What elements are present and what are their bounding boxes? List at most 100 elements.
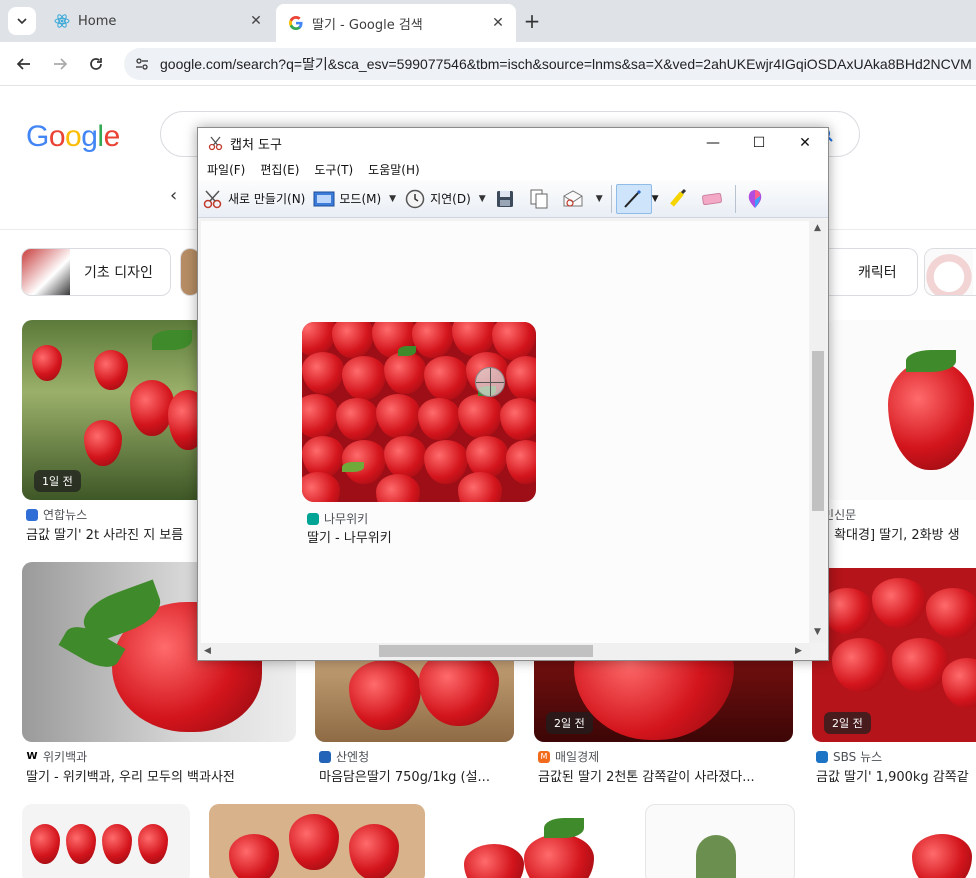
window-title: 캡처 도구	[230, 137, 282, 153]
result-caption[interactable]: 마음담은딸기 750g/1kg (설...	[319, 766, 514, 785]
menu-tools[interactable]: 도구(T)	[314, 161, 353, 178]
close-icon[interactable]: ✕	[488, 13, 508, 33]
yonhap-icon	[26, 508, 38, 521]
chip-character[interactable]: 캐릭터	[826, 248, 918, 296]
highlighter-button[interactable]	[663, 184, 697, 214]
new-tab-button[interactable]: +	[520, 9, 544, 33]
snip-canvas[interactable]: 나무위키 딸기 - 나무위키	[201, 221, 809, 643]
site-info-icon[interactable]	[134, 56, 150, 72]
save-button[interactable]	[490, 184, 524, 214]
eraser-icon	[701, 188, 723, 210]
result-source: SBS 뉴스	[816, 748, 882, 765]
mode-button[interactable]: 모드(M) ▼	[309, 184, 400, 214]
delay-button[interactable]: 지연(D) ▼	[400, 184, 490, 214]
result-caption[interactable]: 금값된 딸기 2천톤 감쪽같이 사라졌다...	[538, 766, 790, 785]
forward-button[interactable]	[48, 52, 72, 76]
chevron-down-icon	[17, 18, 27, 25]
result-source: 연합뉴스	[26, 506, 87, 523]
address-bar[interactable]: google.com/search?q=딸기&sca_esv=599077546…	[124, 48, 976, 80]
minimize-button[interactable]: —	[690, 128, 736, 158]
wikipedia-icon: W	[26, 750, 38, 763]
copy-icon	[528, 188, 550, 210]
close-icon[interactable]: ✕	[246, 11, 266, 31]
scroll-left-icon[interactable]: ◀	[204, 646, 211, 656]
dropdown-arrow-icon[interactable]: ▼	[652, 194, 659, 204]
scroll-thumb[interactable]	[379, 645, 593, 657]
save-icon	[494, 188, 516, 210]
back-button[interactable]	[12, 52, 36, 76]
chips-prev-button[interactable]: ‹	[170, 185, 194, 209]
result-image-6[interactable]: 2일 전	[812, 568, 976, 742]
sbs-icon	[816, 750, 828, 763]
result-caption[interactable]: 금값 딸기' 2t 사라진 지 보름	[26, 524, 198, 543]
tab-title: 딸기 - Google 검색	[312, 17, 423, 33]
captured-source: 나무위키	[307, 510, 368, 527]
scroll-thumb[interactable]	[812, 351, 824, 511]
crosshair-cursor-icon	[475, 367, 505, 397]
dropdown-arrow-icon[interactable]: ▼	[596, 194, 603, 204]
result-image-9[interactable]	[444, 804, 624, 878]
menu-bar: 파일(F) 편집(E) 도구(T) 도움말(H)	[198, 158, 828, 180]
result-image-4[interactable]	[315, 650, 514, 742]
scroll-down-icon[interactable]: ▼	[814, 627, 821, 637]
result-image-11[interactable]	[816, 804, 976, 878]
tab-google-search[interactable]: 딸기 - Google 검색 ✕	[276, 4, 516, 42]
tab-title: Home	[78, 13, 117, 29]
arrow-left-icon	[16, 58, 30, 70]
result-image-1[interactable]: 1일 전	[22, 320, 206, 500]
result-image-10[interactable]	[645, 804, 795, 878]
result-caption[interactable]: 금값 딸기' 1,900kg 감쪽같	[816, 766, 976, 785]
result-image-8[interactable]	[209, 804, 425, 878]
tab-home[interactable]: Home ✕	[42, 6, 274, 36]
highlighter-icon	[667, 188, 689, 210]
screen: Home ✕ 딸기 - Google 검색 ✕ + google.com/sea…	[0, 0, 976, 878]
captured-strawberry-image	[302, 322, 536, 502]
chip-cake[interactable]	[924, 248, 976, 296]
paint3d-button[interactable]	[740, 184, 774, 214]
send-button[interactable]: ▼	[558, 184, 607, 214]
scroll-right-icon[interactable]: ▶	[795, 646, 802, 656]
delay-label: 지연(D)	[430, 192, 471, 206]
snip-title-bar[interactable]: 캡처 도구 — ☐ ✕	[198, 128, 828, 158]
captured-caption: 딸기 - 나무위키	[307, 531, 392, 546]
menu-file[interactable]: 파일(F)	[207, 161, 245, 178]
chip-basic-design[interactable]: 기초 디자인	[21, 248, 171, 296]
new-snip-label: 새로 만들기(N)	[228, 192, 306, 206]
chip-thumbnail	[22, 249, 70, 295]
google-logo[interactable]: Google	[26, 120, 120, 154]
browser-toolbar: google.com/search?q=딸기&sca_esv=599077546…	[0, 42, 976, 86]
chip-label: 기초 디자인	[84, 265, 153, 281]
close-button[interactable]: ✕	[782, 128, 828, 158]
time-badge: 2일 전	[824, 712, 871, 734]
scroll-up-icon[interactable]: ▲	[814, 223, 821, 233]
result-caption[interactable]: 지 확대경] 딸기, 2화방 생	[818, 524, 976, 543]
dropdown-arrow-icon[interactable]: ▼	[389, 194, 396, 204]
vertical-scrollbar[interactable]: ▲ ▼	[810, 221, 826, 643]
menu-help[interactable]: 도움말(H)	[368, 161, 420, 178]
arrow-right-icon	[54, 58, 68, 70]
menu-edit[interactable]: 편집(E)	[260, 161, 299, 178]
result-image-2[interactable]	[826, 320, 976, 500]
pen-button[interactable]	[615, 183, 652, 214]
reload-button[interactable]	[84, 52, 108, 76]
paint3d-icon	[744, 188, 766, 210]
new-snip-button[interactable]: 새로 만들기(N)	[198, 184, 309, 214]
result-caption[interactable]: 딸기 - 위키백과, 우리 모두의 백과사전	[26, 766, 296, 785]
tab-search-button[interactable]	[8, 7, 36, 35]
result-image-7[interactable]	[22, 804, 190, 878]
eraser-button[interactable]	[697, 184, 731, 214]
clock-icon	[404, 188, 426, 210]
result-image-5[interactable]: 2일 전	[534, 650, 793, 742]
time-badge: 2일 전	[546, 712, 593, 734]
sanyeoncheong-icon	[319, 750, 331, 763]
mode-label: 모드(M)	[339, 192, 382, 206]
snipping-tool-window: 캡처 도구 — ☐ ✕ 파일(F) 편집(E) 도구(T) 도움말(H) 새로 …	[197, 127, 829, 661]
horizontal-scrollbar[interactable]: ◀ ▶	[201, 643, 810, 659]
copy-button[interactable]	[524, 184, 558, 214]
maximize-button[interactable]: ☐	[736, 128, 782, 158]
dropdown-arrow-icon[interactable]: ▼	[479, 194, 486, 204]
mail-icon	[562, 188, 584, 210]
maeil-icon: M	[538, 750, 550, 763]
pen-icon	[621, 188, 643, 210]
namuwiki-icon	[307, 512, 319, 525]
